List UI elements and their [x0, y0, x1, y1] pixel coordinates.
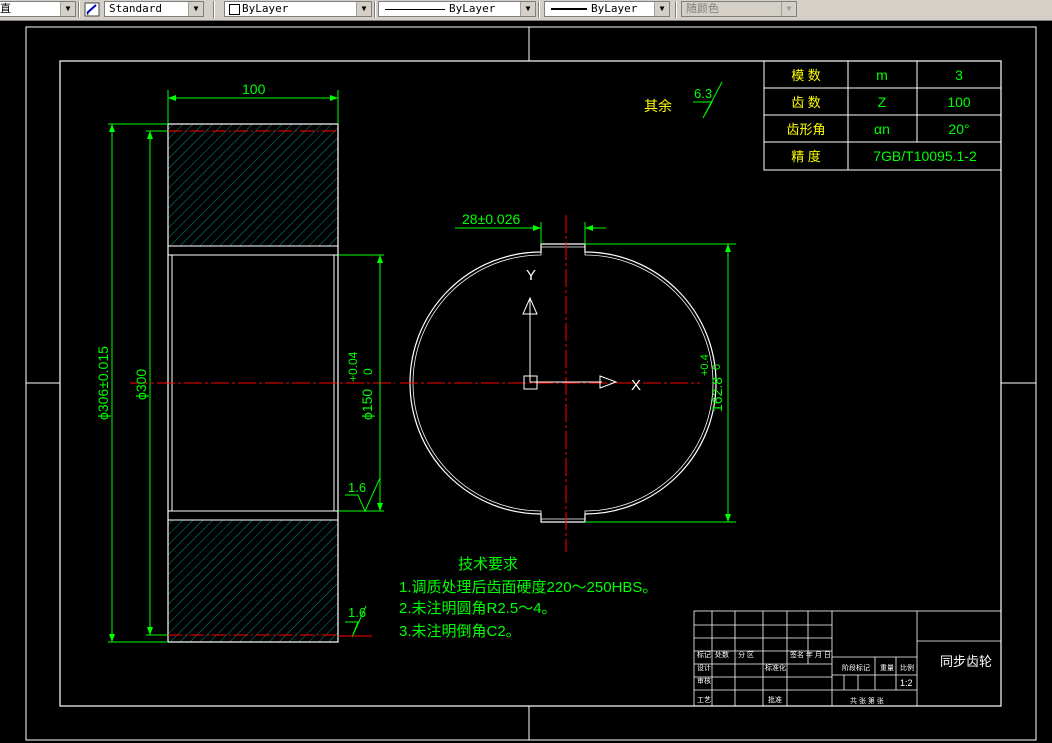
tb-process-label: 工艺: [697, 696, 711, 704]
text-style-icon[interactable]: [84, 2, 100, 17]
roughness-note-prefix: 其余: [644, 98, 672, 114]
param-value-3: 7GB/T10095.1-2: [873, 148, 977, 164]
dim-pitch-dia-text: ϕ300: [133, 369, 149, 400]
toolbar-separator: [675, 1, 677, 18]
toolbar-separator: [213, 1, 215, 18]
toolbar-separator: [374, 1, 376, 18]
dim-keyway-depth-text: 162.8: [709, 377, 725, 412]
tb-mark-label: 标记: [697, 650, 711, 659]
color-value: ByLayer: [242, 2, 289, 15]
dim-outer-dia-text: ϕ306±0.015: [95, 346, 111, 420]
param-value-1: 100: [947, 94, 971, 110]
tb-sheet-label: 共 张 第 张: [850, 696, 884, 705]
properties-toolbar: 直 ▼ Standard ▼ ByLayer ▼ ByLayer ▼ ByLay…: [0, 0, 1052, 21]
text-style-combo[interactable]: Standard ▼: [104, 1, 204, 17]
tb-scale-label: 比例: [900, 663, 914, 672]
lineweight-combo[interactable]: ByLayer ▼: [544, 1, 670, 17]
roughness-face-text: 1.6: [348, 605, 366, 620]
tb-signdate-label: 签名 年 月 日: [790, 650, 831, 659]
tb-zone-label: 分 区: [738, 650, 754, 659]
layer-state-combo[interactable]: 直 ▼: [0, 1, 76, 17]
chevron-down-icon[interactable]: ▼: [188, 2, 203, 16]
gear-section-view: [130, 123, 395, 643]
param-value-2: 20°: [948, 121, 969, 137]
drawing-canvas[interactable]: 100 ϕ306±0.015 ϕ300 ϕ150 +0.04 0 1.6 1.6…: [0, 20, 1052, 743]
text-style-value: Standard: [109, 2, 162, 15]
ucs-y-label: Y: [526, 267, 536, 284]
tech-req-item-1: 1.调质处理后齿面硬度220～250HBS。: [399, 579, 657, 596]
tb-std-label: 标准化: [765, 663, 786, 672]
chevron-down-icon[interactable]: ▼: [654, 2, 669, 16]
layer-state-label: 直: [0, 2, 11, 15]
param-symbol-2: αn: [874, 121, 890, 137]
param-name-3: 精 度: [791, 149, 821, 164]
chevron-down-icon[interactable]: ▼: [356, 2, 371, 16]
dim-keyway-tol-lower: 0: [711, 364, 723, 370]
roughness-bore-text: 1.6: [348, 480, 366, 495]
tb-weight-label: 重量: [880, 664, 894, 672]
tb-review-label: 审核: [697, 676, 711, 685]
param-value-0: 3: [955, 67, 963, 83]
dim-bore-tol-upper: +0.04: [346, 351, 360, 382]
hatch-lower: [167, 519, 339, 643]
tb-stage-label: 阶段标记: [842, 663, 870, 672]
dim-bore-tol-lower: 0: [361, 368, 375, 375]
chevron-down-icon[interactable]: ▼: [60, 2, 75, 16]
tb-count-label: 处数: [715, 650, 729, 659]
ucs-x-label: X: [631, 377, 641, 394]
plotstyle-combo: 随颜色 ▼: [681, 1, 797, 17]
param-symbol-0: m: [876, 67, 888, 83]
toolbar-separator: [538, 1, 540, 18]
param-name-0: 模 数: [791, 68, 821, 83]
lineweight-value: ByLayer: [591, 2, 638, 15]
tech-req-title: 技术要求: [458, 556, 518, 573]
tb-scale-value: 1:2: [900, 678, 913, 688]
chevron-down-icon[interactable]: ▼: [520, 2, 535, 16]
param-symbol-1: Z: [878, 94, 887, 110]
tb-design-label: 设计: [697, 663, 711, 672]
linetype-combo[interactable]: ByLayer ▼: [378, 1, 536, 17]
toolbar-separator: [78, 1, 80, 18]
param-name-2: 齿形角: [786, 122, 825, 137]
dim-keyway-width-text: 28±0.026: [462, 211, 521, 227]
chevron-down-icon: ▼: [781, 2, 796, 16]
tb-approve-label: 批准: [768, 695, 782, 704]
dim-keyway-tol-upper: +0.4: [699, 354, 711, 376]
param-name-1: 齿 数: [791, 95, 821, 110]
title-block-labels: 标记 处数 分 区 签名 年 月 日 设计 标准化 审核 工艺 批准 阶段标记 …: [697, 650, 914, 705]
linetype-value: ByLayer: [449, 2, 496, 15]
roughness-note-value: 6.3: [694, 86, 712, 101]
dim-bore-dia-text: ϕ150: [359, 389, 375, 420]
ucs-icon: [522, 296, 618, 390]
lineweight-sample-icon: [551, 8, 587, 10]
plotstyle-value: 随颜色: [686, 2, 719, 15]
tech-req-item-2: 2.未注明圆角R2.5～4。: [399, 600, 557, 617]
linetype-sample-icon: [385, 9, 445, 10]
dim-width-text: 100: [242, 81, 266, 97]
color-swatch-icon: [229, 4, 240, 15]
gear-end-view: [400, 215, 717, 552]
tech-req-item-3: 3.未注明倒角C2。: [399, 623, 521, 640]
hatch-upper: [167, 123, 339, 247]
tb-part-name: 同步齿轮: [940, 654, 992, 669]
color-combo[interactable]: ByLayer ▼: [224, 1, 372, 17]
